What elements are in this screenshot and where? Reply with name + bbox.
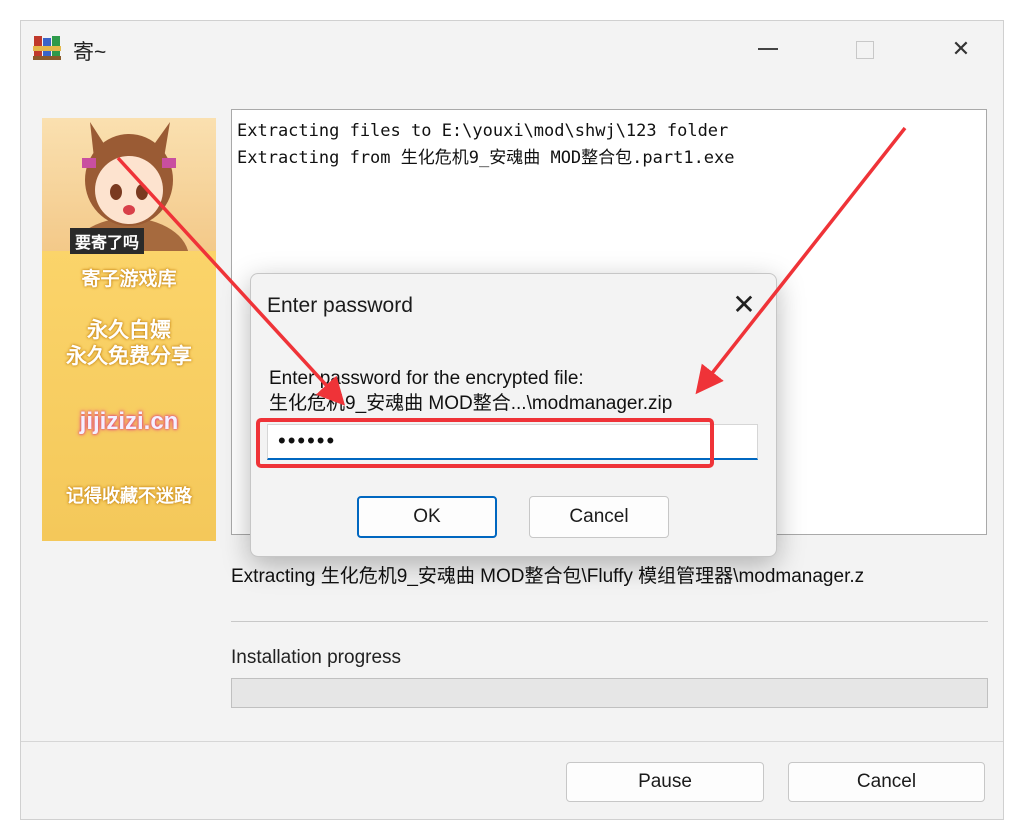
maximize-icon [856,41,874,59]
promo-banner: 要寄了吗 寄子游戏库 永久白嫖 永久免费分享 jijizizi.cn 记得收藏不… [42,118,216,541]
dialog-prompt: Enter password for the encrypted file: 生… [269,366,672,416]
log-line: Extracting files to E:\youxi\mod\shwj\12… [237,121,729,141]
minimize-icon [758,48,778,50]
cancel-button[interactable]: Cancel [788,762,985,802]
ok-button[interactable]: OK [357,496,497,538]
close-button[interactable]: ✕ [939,33,983,65]
maximize-button [843,33,887,65]
banner-text-free-2: 永久免费分享 [66,345,192,368]
dialog-cancel-button[interactable]: Cancel [529,496,669,538]
banner-caption: 要寄了吗 [70,228,145,254]
log-line: Extracting from 生化危机9_安魂曲 MOD整合包.part1.e… [237,148,735,168]
progress-label: Installation progress [231,647,402,668]
winrar-books-icon [33,36,61,60]
password-highlight-box [256,418,714,468]
banner-text-free: 永久白嫖 永久免费分享 [42,318,216,370]
banner-text-bookmark: 记得收藏不迷路 [66,486,192,506]
title-bar[interactable]: 寄~ ✕ [21,21,1003,75]
divider [231,621,988,622]
password-dialog: Enter password ✕ Enter password for the … [250,273,777,557]
close-icon: ✕ [951,36,971,61]
minimize-button[interactable] [746,33,790,65]
dialog-title: Enter password [267,294,413,317]
banner-text-free-1: 永久白嫖 [87,319,171,342]
footer-divider [21,741,1003,742]
banner-site: jijizizi.cn [79,408,179,435]
status-text: Extracting 生化危机9_安魂曲 MOD整合包\Fluffy 模组管理器… [231,566,865,587]
dialog-file-name: 生化危机9_安魂曲 MOD整合...\modmanager.zip [269,393,673,414]
dialog-prompt-text: Enter password for the encrypted file: [269,368,584,389]
banner-text-library: 寄子游戏库 [81,269,177,290]
dialog-close-button[interactable]: ✕ [727,288,761,322]
window-title: 寄~ [73,41,107,64]
close-icon: ✕ [732,289,756,320]
installation-progress-bar [231,678,988,708]
pause-button[interactable]: Pause [566,762,764,802]
